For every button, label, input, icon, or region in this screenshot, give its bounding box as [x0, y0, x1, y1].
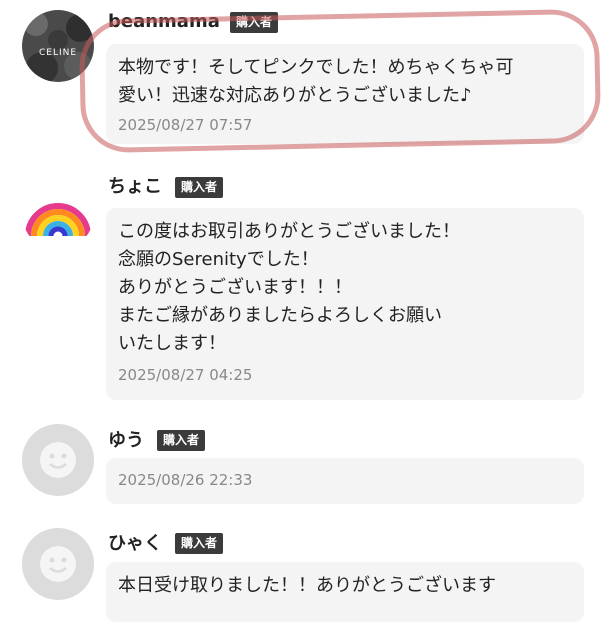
- comment-line: またご縁がありましたらよろしくお願い: [118, 305, 442, 326]
- comment-bubble: 2025/08/26 22:33: [106, 458, 584, 504]
- rainbow-avatar-icon: [25, 203, 91, 237]
- purchaser-badge: 購入者: [175, 533, 224, 554]
- avatar-logo-text: CELINE: [38, 48, 78, 58]
- comment-bubble: この度はお取引ありがとうございました！ 念願のSerenityでした！ ありがと…: [106, 208, 584, 400]
- comment-bubble: 本物です！そしてピンクでした！めちゃくちゃ可 愛い！迅速な対応ありがとうございま…: [106, 44, 584, 144]
- default-smiley-avatar-icon: [22, 424, 94, 496]
- comment-line: 愛い！迅速な対応ありがとうございました♪: [118, 85, 472, 106]
- comment-bubble: 本日受け取りました！！ありがとうございます: [106, 562, 584, 622]
- user-avatar[interactable]: CELINE: [22, 10, 94, 82]
- comment-line: ありがとうございます！！！: [118, 277, 352, 298]
- comment-line: 念願のSerenityでした！: [118, 249, 319, 270]
- purchaser-badge: 購入者: [175, 177, 224, 198]
- comment-line: 本日受け取りました！！ありがとうございます: [118, 575, 496, 596]
- username[interactable]: beanmama: [108, 11, 220, 33]
- username[interactable]: ひゃく: [108, 533, 162, 555]
- comment-line: 本物です！そしてピンクでした！めちゃくちゃ可: [118, 57, 514, 78]
- username[interactable]: ちょこ: [108, 176, 162, 198]
- purchaser-badge: 購入者: [230, 12, 279, 33]
- comment-line: いたします！: [118, 333, 226, 354]
- user-avatar[interactable]: [22, 178, 94, 250]
- celine-avatar-icon: [22, 10, 94, 82]
- username[interactable]: ゆう: [108, 430, 144, 452]
- review-date: 2025/08/27 04:25: [118, 366, 253, 384]
- user-avatar[interactable]: [22, 424, 94, 496]
- review-date: 2025/08/26 22:33: [118, 471, 253, 489]
- user-avatar[interactable]: [22, 528, 94, 600]
- review-date: 2025/08/27 07:57: [118, 116, 253, 134]
- comment-line: この度はお取引ありがとうございました！: [118, 221, 460, 242]
- default-smiley-avatar-icon: [22, 528, 94, 600]
- purchaser-badge: 購入者: [157, 430, 206, 451]
